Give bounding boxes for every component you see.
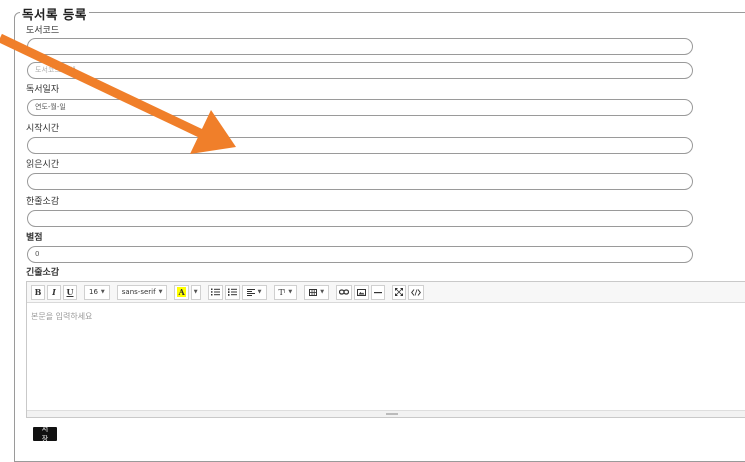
- font-family-dropdown[interactable]: sans-serif ▼: [116, 284, 168, 300]
- form-legend: 독서록 등록: [20, 4, 89, 23]
- chevron-down-icon: ▼: [100, 289, 105, 295]
- image-button[interactable]: [354, 284, 370, 300]
- font-size-value: 16: [89, 288, 98, 296]
- book-search-placeholder: 도서코드 검색: [35, 66, 76, 74]
- reading-date-input[interactable]: 연도-월-일: [27, 99, 693, 116]
- read-time-label: 읽은시간: [26, 160, 60, 170]
- table-icon: [309, 288, 318, 296]
- bold-button[interactable]: B: [31, 284, 45, 300]
- ordered-list-button[interactable]: [224, 284, 240, 300]
- rating-label: 별점: [26, 233, 43, 243]
- resize-grip-icon: [386, 413, 398, 415]
- italic-button[interactable]: I: [47, 284, 61, 300]
- paragraph-style-dropdown[interactable]: T I ▼: [273, 284, 298, 300]
- editor-content-area[interactable]: 본문을 입력하세요: [27, 303, 745, 330]
- horizontal-rule-button[interactable]: [371, 284, 386, 300]
- rating-input[interactable]: 0: [27, 246, 693, 263]
- unordered-list-button[interactable]: [207, 284, 223, 300]
- rich-text-editor: B I U 16 ▼ sans-serif ▼ A ▼ ▼ T I ▼ ▼ 본문…: [26, 281, 745, 418]
- link-icon: [339, 289, 350, 295]
- start-time-label: 시작시간: [26, 124, 60, 134]
- reading-date-label: 독서일자: [26, 85, 60, 95]
- one-line-review-input[interactable]: [27, 210, 693, 227]
- start-time-input[interactable]: [27, 137, 693, 154]
- editor-placeholder: 본문을 입력하세요: [31, 312, 93, 321]
- read-time-input[interactable]: [27, 173, 693, 190]
- text-color-button[interactable]: A: [174, 284, 189, 300]
- reading-date-value: 연도-월-일: [35, 103, 66, 111]
- unordered-list-icon: [210, 288, 220, 296]
- chevron-down-icon: ▼: [158, 289, 163, 295]
- text-color-icon: A: [177, 287, 186, 297]
- horizontal-rule-icon: [374, 291, 383, 293]
- book-code-input[interactable]: [27, 38, 693, 55]
- code-view-button[interactable]: [408, 284, 425, 300]
- font-family-value: sans-serif: [121, 288, 156, 296]
- chevron-down-icon: ▼: [257, 289, 262, 295]
- one-line-review-label: 한줄소감: [26, 197, 60, 207]
- underline-button[interactable]: U: [63, 284, 77, 300]
- link-button[interactable]: [336, 284, 353, 300]
- long-review-label: 긴줄소감: [26, 268, 60, 278]
- book-search-input[interactable]: 도서코드 검색: [27, 62, 693, 79]
- save-button[interactable]: 저장: [33, 426, 57, 443]
- align-left-icon: [246, 288, 255, 296]
- chevron-down-icon: ▼: [193, 289, 198, 295]
- text-color-dropdown[interactable]: ▼: [190, 284, 201, 300]
- fullscreen-button[interactable]: [392, 284, 407, 300]
- table-dropdown[interactable]: ▼: [304, 284, 330, 300]
- chevron-down-icon: ▼: [320, 289, 325, 295]
- ordered-list-icon: [227, 288, 237, 296]
- book-code-label: 도서코드: [26, 26, 60, 36]
- align-dropdown[interactable]: ▼: [241, 284, 267, 300]
- editor-resize-handle[interactable]: [27, 410, 745, 417]
- chevron-down-icon: ▼: [288, 289, 293, 295]
- font-size-dropdown[interactable]: 16 ▼: [84, 284, 110, 300]
- editor-toolbar: B I U 16 ▼ sans-serif ▼ A ▼ ▼ T I ▼ ▼: [27, 282, 745, 303]
- image-icon: [357, 288, 367, 296]
- code-icon: [411, 288, 421, 296]
- fullscreen-icon: [395, 288, 404, 296]
- rating-value: 0: [35, 250, 40, 258]
